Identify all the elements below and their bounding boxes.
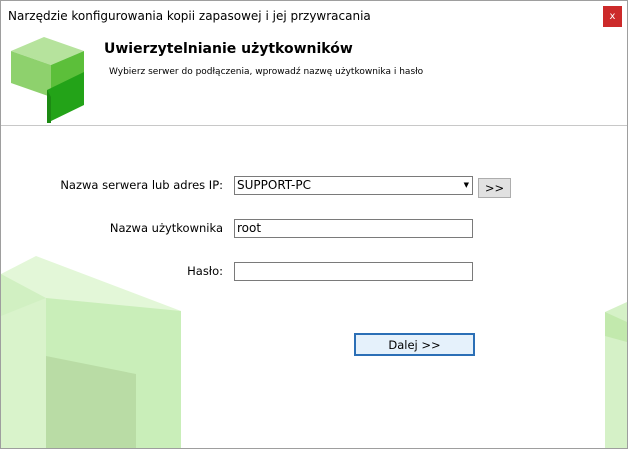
server-label: Nazwa serwera lub adres IP:	[60, 178, 223, 192]
window-title: Narzędzie konfigurowania kopii zapasowej…	[8, 9, 371, 23]
username-value: root	[237, 221, 262, 235]
header-subtitle: Wybierz serwer do podłączenia, wprowadź …	[109, 67, 424, 77]
password-field[interactable]	[234, 262, 473, 281]
close-button[interactable]: x	[603, 6, 622, 27]
username-label: Nazwa użytkownika	[109, 221, 223, 235]
title-bar: Narzędzie konfigurowania kopii zapasowej…	[1, 1, 627, 31]
background-cubes-art	[1, 256, 627, 448]
server-combobox[interactable]: SUPPORT-PC ▼	[234, 176, 473, 195]
header-title: Uwierzytelnianie użytkowników	[104, 41, 353, 57]
close-icon: x	[609, 11, 616, 22]
green-cube-logo-icon	[11, 37, 84, 123]
server-value: SUPPORT-PC	[237, 178, 311, 192]
form-panel: Nazwa serwera lub adres IP: SUPPORT-PC ▼…	[1, 126, 627, 448]
browse-servers-button[interactable]: >>	[478, 178, 511, 198]
app-window: Narzędzie konfigurowania kopii zapasowej…	[0, 0, 628, 449]
wizard-header: Uwierzytelnianie użytkowników Wybierz se…	[1, 31, 627, 125]
next-button[interactable]: Dalej >>	[354, 333, 475, 356]
username-field[interactable]: root	[234, 219, 473, 238]
chevron-down-icon[interactable]: ▼	[464, 177, 469, 193]
password-label: Hasło:	[187, 264, 223, 278]
